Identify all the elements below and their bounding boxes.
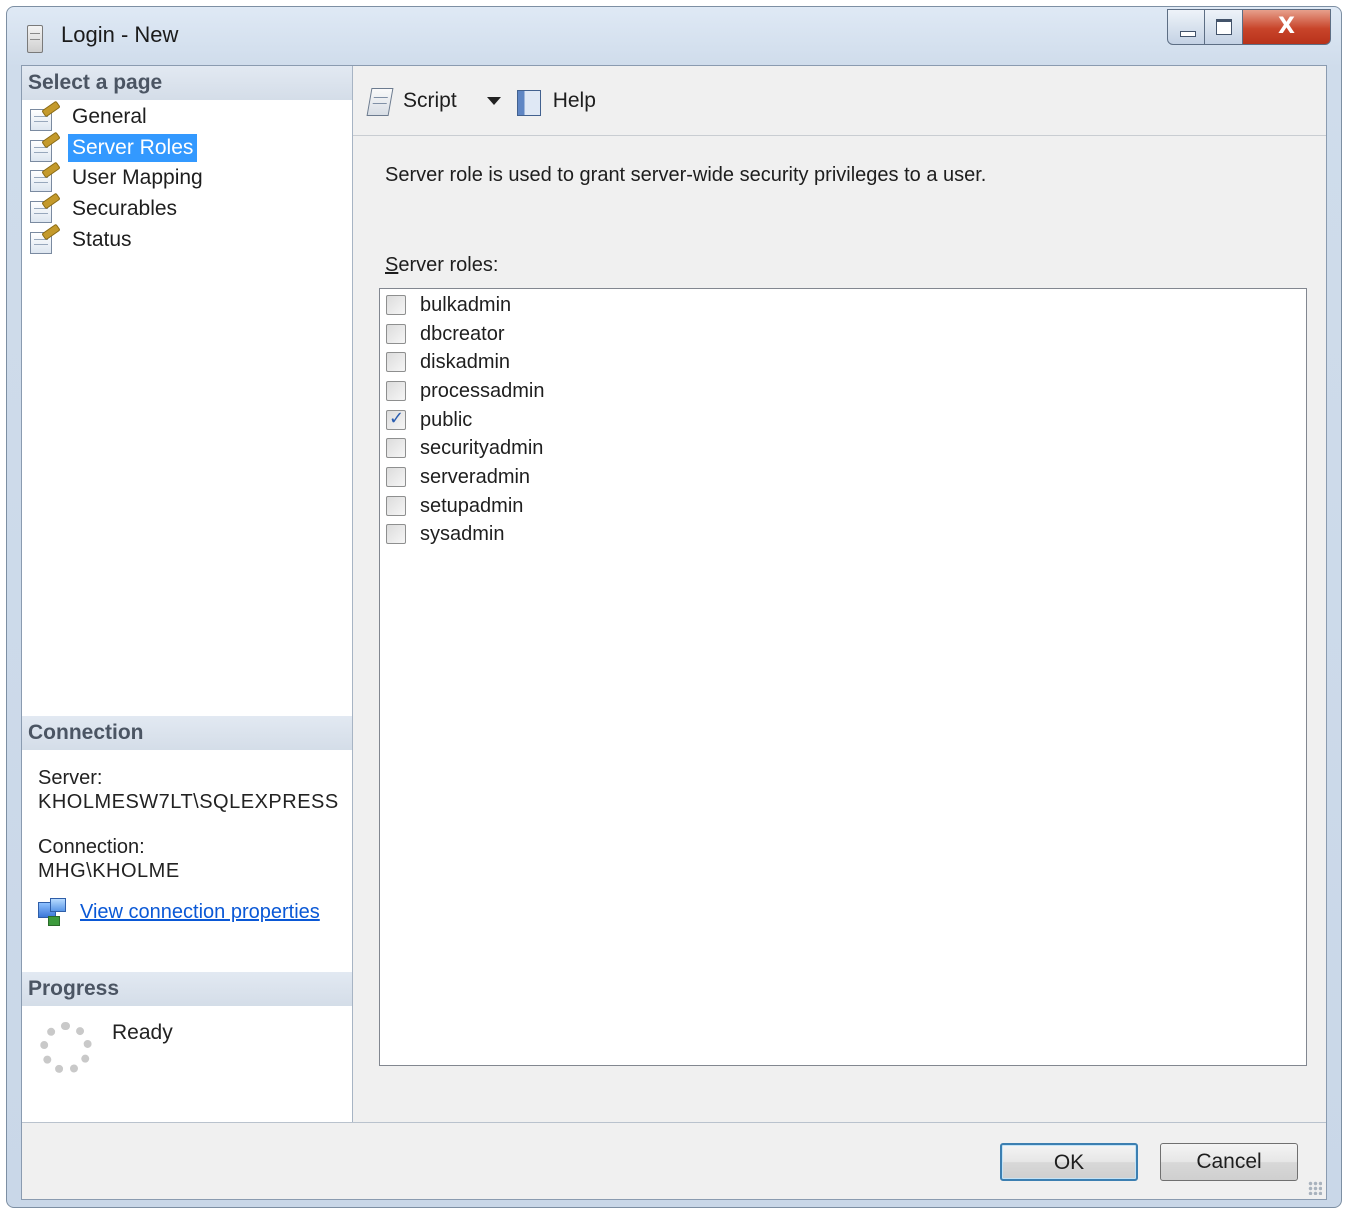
role-checkbox[interactable] [386, 524, 406, 544]
cancel-button[interactable]: Cancel [1160, 1143, 1298, 1181]
role-name: public [420, 408, 473, 431]
script-dropdown-arrow-icon[interactable] [486, 96, 501, 105]
connection-header: Connection [22, 716, 352, 750]
page-settings-icon [28, 223, 61, 254]
script-button[interactable]: Script [366, 86, 457, 116]
dialog-window: Login - New X Select a page General Serv… [6, 6, 1342, 1208]
role-item-bulkadmin[interactable]: bulkadmin [386, 291, 511, 319]
dialog-footer: OK Cancel [22, 1122, 1326, 1199]
page-item-label: Status [72, 228, 132, 251]
role-checkbox[interactable] [386, 352, 406, 372]
role-item-public[interactable]: public [386, 406, 472, 434]
left-pane: Select a page General Server Roles User … [22, 66, 353, 1122]
role-item-sysadmin[interactable]: sysadmin [386, 520, 504, 548]
page-item-general[interactable]: General [28, 100, 151, 131]
role-checkbox[interactable] [386, 496, 406, 516]
role-name: bulkadmin [420, 293, 512, 316]
help-label: Help [552, 88, 596, 112]
role-item-serveradmin[interactable]: serveradmin [386, 463, 530, 491]
view-connection-properties[interactable]: View connection properties [38, 898, 320, 926]
role-checkbox[interactable] [386, 438, 406, 458]
role-name: processadmin [420, 379, 545, 402]
page-item-user-mapping[interactable]: User Mapping [28, 161, 207, 192]
page-item-status[interactable]: Status [28, 223, 136, 254]
server-roles-label-text: erver roles: [398, 254, 499, 276]
help-button[interactable]: Help [515, 86, 596, 116]
toolbar: Script Help [353, 66, 1326, 136]
role-item-diskadmin[interactable]: diskadmin [386, 348, 510, 376]
role-name: dbcreator [420, 322, 505, 345]
window-title: Login - New [61, 22, 179, 47]
right-pane: Script Help Server role is used to grant… [353, 66, 1326, 1122]
page-item-label: General [72, 105, 147, 128]
role-item-securityadmin[interactable]: securityadmin [386, 434, 543, 462]
connection-value: MHG\KHOLME [38, 860, 180, 882]
role-item-processadmin[interactable]: processadmin [386, 377, 545, 405]
ok-button[interactable]: OK [1000, 1143, 1138, 1181]
maximize-button[interactable] [1205, 9, 1243, 45]
role-checkbox[interactable] [386, 295, 406, 315]
minimize-button[interactable] [1167, 9, 1205, 45]
close-icon: X [1278, 14, 1295, 39]
connection-properties-icon [38, 898, 68, 926]
server-value: KHOLMESW7LT\SQLEXPRESS [38, 791, 339, 813]
minimize-icon [1180, 31, 1196, 37]
server-roles-list[interactable]: bulkadmin dbcreator diskadmin processadm… [379, 288, 1307, 1066]
page-settings-icon [28, 161, 61, 192]
page-description: Server role is used to grant server-wide… [385, 164, 987, 186]
help-icon [515, 86, 545, 116]
close-button[interactable]: X [1243, 9, 1331, 45]
role-name: serveradmin [420, 465, 531, 488]
dialog-client-area: Select a page General Server Roles User … [21, 65, 1327, 1200]
role-name: sysadmin [420, 522, 505, 545]
role-checkbox[interactable] [386, 408, 406, 430]
resize-grip-icon[interactable] [1308, 1181, 1322, 1195]
window-controls: X [1167, 9, 1331, 47]
page-item-label: User Mapping [72, 166, 203, 189]
page-item-label: Server Roles [68, 134, 198, 162]
page-item-label: Securables [72, 197, 178, 220]
accelerator-key: S [385, 254, 399, 276]
role-checkbox[interactable] [386, 467, 406, 487]
page-settings-icon [28, 131, 61, 162]
progress-header: Progress [22, 972, 352, 1006]
page-settings-icon [28, 100, 61, 131]
script-label: Script [403, 88, 457, 112]
role-checkbox[interactable] [386, 324, 406, 344]
app-icon [27, 25, 43, 53]
role-checkbox[interactable] [386, 381, 406, 401]
page-settings-icon [28, 192, 61, 223]
server-roles-label: Server roles: [385, 254, 498, 277]
connection-label: Connection: [38, 836, 145, 858]
script-icon [366, 86, 395, 116]
role-item-setupadmin[interactable]: setupadmin [386, 492, 523, 520]
server-label: Server: [38, 767, 103, 789]
role-name: setupadmin [420, 494, 524, 517]
select-page-header: Select a page [22, 66, 352, 100]
progress-spinner-icon [40, 1022, 92, 1074]
page-item-server-roles[interactable]: Server Roles [28, 131, 198, 162]
page-item-securables[interactable]: Securables [28, 192, 181, 223]
title-bar[interactable]: Login - New X [7, 7, 1341, 65]
view-connection-properties-link[interactable]: View connection properties [80, 901, 320, 924]
role-name: securityadmin [420, 436, 544, 459]
role-item-dbcreator[interactable]: dbcreator [386, 320, 505, 348]
role-name: diskadmin [420, 350, 511, 373]
maximize-icon [1216, 19, 1232, 35]
progress-status: Ready [112, 1021, 173, 1044]
